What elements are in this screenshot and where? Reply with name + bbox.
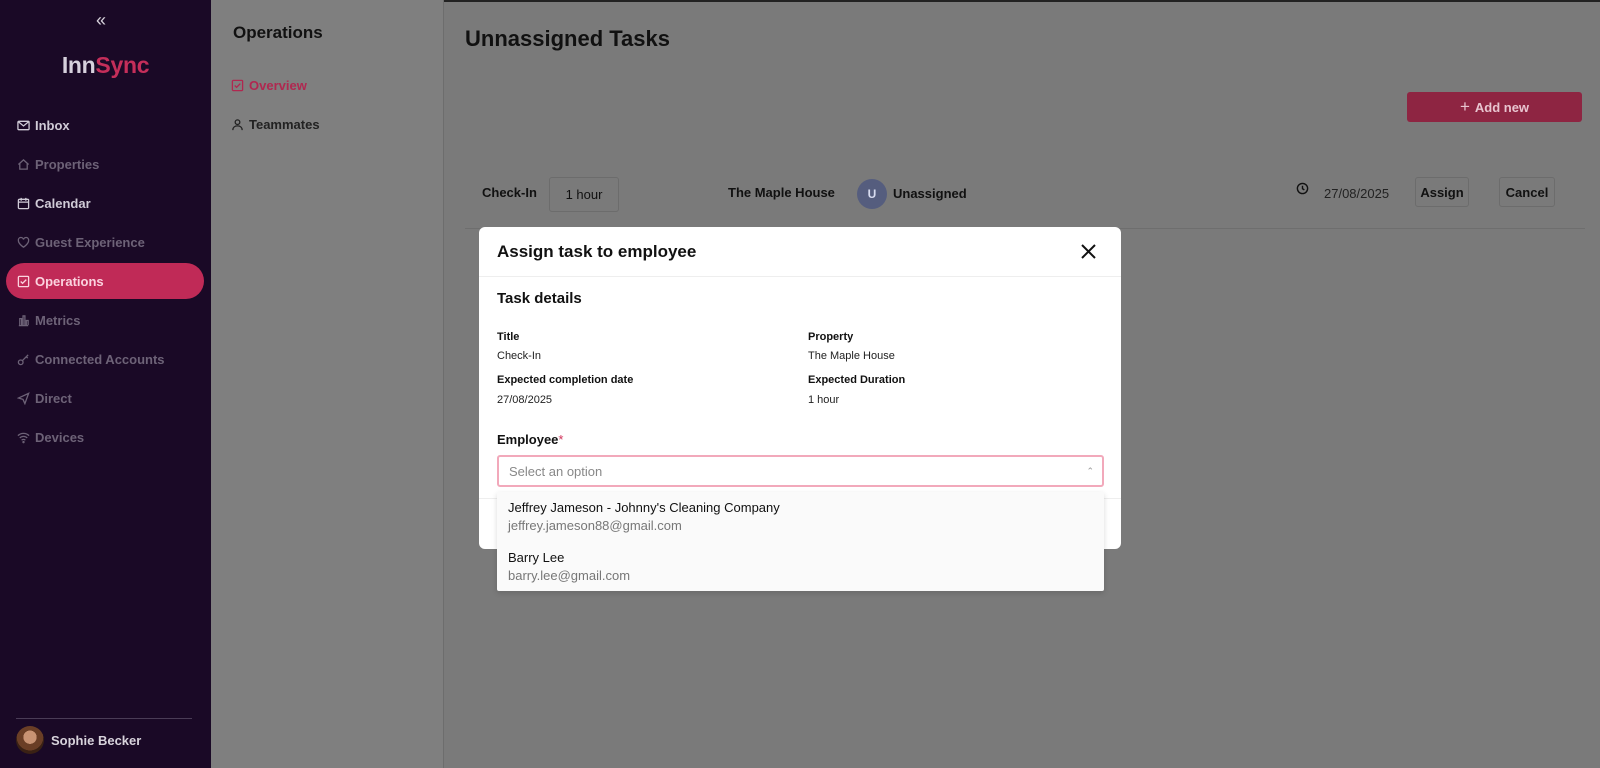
add-new-button[interactable]: + Add new [1407,92,1582,122]
sidebar-nav: Inbox Properties Calendar Guest Experien… [6,107,204,458]
bar-chart-icon [16,313,30,327]
user-icon [231,118,244,131]
assignee-avatar: U [857,179,887,209]
task-duration-field[interactable]: 1 hour [549,177,619,212]
detail-duration-label: Expected Duration [808,374,906,386]
modal-title: Assign task to employee [497,242,697,261]
detail-date-value: 27/08/2025 [497,394,553,406]
home-icon [16,157,30,171]
task-property: The Maple House [728,185,835,200]
sidebar-item-inbox[interactable]: Inbox [6,107,204,143]
task-details-heading: Task details [497,290,582,307]
user-name: Sophie Becker [51,732,142,748]
detail-date: Expected completion date 27/08/2025 [497,374,633,406]
task-assignee: Unassigned [893,186,967,201]
sidebar-item-label: Devices [35,429,85,445]
required-mark: * [558,432,564,447]
list-item[interactable]: Jeffrey Jameson - Johnny's Cleaning Comp… [497,492,1104,540]
option-email: barry.lee@gmail.com [508,568,631,583]
task-date: 27/08/2025 [1324,186,1390,201]
checkbox-icon [16,274,30,288]
checkbox-icon [231,79,244,92]
add-new-label: Add new [1474,99,1530,115]
subnav: Operations Overview Teammates [211,0,444,768]
subnav-item-teammates[interactable]: Teammates [231,117,320,132]
detail-duration-value: 1 hour [808,394,840,406]
wifi-icon [16,430,30,444]
sidebar-item-label: Direct [35,390,72,406]
sidebar-item-calendar[interactable]: Calendar [6,185,204,221]
plus-icon: + [1459,97,1470,116]
employee-label-text: Employee [497,432,559,447]
page-title: Unnassigned Tasks [465,26,670,51]
collapse-sidebar-icon[interactable]: « [96,10,106,31]
detail-property-label: Property [808,331,854,343]
sidebar-item-label: Metrics [35,312,81,328]
subnav-item-overview[interactable]: Overview [231,78,307,93]
avatar [16,726,44,754]
detail-property: Property The Maple House [808,331,895,362]
logo-inn: Inn [61,52,96,78]
option-email: jeffrey.jameson88@gmail.com [508,518,682,533]
sidebar-item-devices[interactable]: Devices [6,419,204,455]
app-logo: InnSync [0,52,211,79]
sidebar-item-connected-accounts[interactable]: Connected Accounts [6,341,204,377]
clock-icon [1296,182,1309,198]
sidebar-item-properties[interactable]: Properties [6,146,204,182]
chevron-up-icon: ⌃ [1086,466,1094,476]
key-icon [16,352,30,366]
logo-sync: Sync [95,52,150,78]
task-title: Check-In [482,185,537,200]
detail-property-value: The Maple House [808,350,895,362]
sidebar: « InnSync Inbox Properties Calendar Gues… [0,0,211,768]
list-item[interactable]: Barry Lee barry.lee@gmail.com [497,542,1104,590]
send-icon [16,391,30,405]
sidebar-item-operations[interactable]: Operations [6,263,204,299]
detail-title-label: Title [497,331,520,343]
employee-label: Employee* [497,432,563,447]
sidebar-item-direct[interactable]: Direct [6,380,204,416]
calendar-icon [16,196,30,210]
sidebar-item-label: Calendar [35,195,91,211]
employee-select[interactable]: Select an option ⌃ [497,455,1104,487]
detail-duration: Expected Duration 1 hour [808,374,905,406]
cancel-button[interactable]: Cancel [1499,177,1555,207]
option-name: Jeffrey Jameson - Johnny's Cleaning Comp… [508,500,780,515]
select-placeholder: Select an option [509,463,603,479]
option-name: Barry Lee [508,550,565,565]
sidebar-item-label: Inbox [35,117,70,133]
sidebar-item-label: Operations [35,273,104,289]
sidebar-item-label: Connected Accounts [35,351,165,367]
detail-date-label: Expected completion date [497,374,634,386]
employee-dropdown: Jeffrey Jameson - Johnny's Cleaning Comp… [497,492,1104,591]
mail-icon [16,118,30,132]
sidebar-item-label: Properties [35,156,100,172]
subnav-item-label: Overview [249,78,307,93]
task-row: Check-In 1 hour The Maple House U Unassi… [465,169,1585,229]
sidebar-item-metrics[interactable]: Metrics [6,302,204,338]
subnav-item-label: Teammates [249,117,320,132]
sidebar-item-label: Guest Experience [35,234,145,250]
assign-button[interactable]: Assign [1415,177,1469,207]
sidebar-divider [16,718,192,719]
modal-header: Assign task to employee [479,227,1121,277]
heart-icon [16,235,30,249]
subnav-title: Operations [233,23,323,42]
detail-title-value: Check-In [497,350,542,362]
detail-title: Title Check-In [497,331,541,362]
user-profile[interactable]: Sophie Becker [16,726,141,754]
close-icon[interactable] [1080,243,1097,260]
sidebar-item-guest-experience[interactable]: Guest Experience [6,224,204,260]
